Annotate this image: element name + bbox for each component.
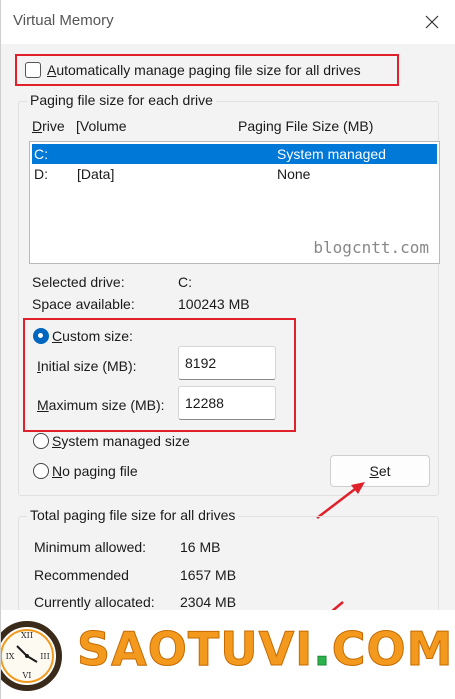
minimum-allowed-value: 16 MB xyxy=(180,539,221,555)
space-available-label: Space available: xyxy=(32,296,135,312)
minimum-allowed-label: Minimum allowed: xyxy=(34,539,147,555)
system-managed-radio[interactable] xyxy=(33,433,49,449)
auto-manage-checkbox[interactable] xyxy=(25,62,41,78)
initial-size-input[interactable]: 8192 xyxy=(178,346,276,380)
auto-manage-label: Automatically manage paging file size fo… xyxy=(47,62,361,78)
custom-size-radio[interactable] xyxy=(33,328,49,344)
no-paging-label: No paging file xyxy=(52,463,138,479)
drive-paging-size: None xyxy=(277,166,311,182)
drive-volume: [Data] xyxy=(77,166,115,182)
maximum-size-input[interactable]: 12288 xyxy=(178,386,276,420)
drive-row-d[interactable]: D: [Data] None xyxy=(32,164,437,184)
selected-drive-value: C: xyxy=(178,274,192,290)
auto-manage-row[interactable]: Automatically manage paging file size fo… xyxy=(15,54,399,86)
watermark-text: blogcntt.com xyxy=(313,238,429,257)
custom-size-label: Custom size: xyxy=(52,328,133,344)
total-group-legend: Total paging file size for all drives xyxy=(27,507,239,523)
maximum-size-label: Maximum size (MB): xyxy=(37,397,165,413)
drive-paging-size: System managed xyxy=(277,146,386,162)
set-button-label: Set xyxy=(369,463,391,479)
svg-text:XII: XII xyxy=(21,631,33,640)
col-paging-size: Paging File Size (MB) xyxy=(238,118,374,134)
svg-text:III: III xyxy=(40,652,49,661)
clock-logo-icon: XII III VI IX xyxy=(1,621,62,691)
selected-drive-label: Selected drive: xyxy=(32,274,125,290)
system-managed-label: System managed size xyxy=(52,433,190,449)
space-available-value: 100243 MB xyxy=(178,296,250,312)
window-title: Virtual Memory xyxy=(13,12,114,29)
recommended-label: Recommended xyxy=(34,567,129,583)
close-icon xyxy=(425,15,439,29)
virtual-memory-dialog: Virtual Memory Automatically manage pagi… xyxy=(0,0,455,699)
drive-letter: D: xyxy=(34,166,48,182)
initial-size-label: Initial size (MB): xyxy=(37,358,137,374)
paging-group-legend: Paging file size for each drive xyxy=(27,92,216,108)
title-bar: Virtual Memory xyxy=(1,0,455,44)
drive-list[interactable]: C: System managed D: [Data] None blogcnt… xyxy=(29,141,440,264)
svg-text:VI: VI xyxy=(22,671,32,680)
svg-text:IX: IX xyxy=(6,652,15,661)
col-volume: [Volume xyxy=(76,118,127,134)
col-drive: Drive xyxy=(32,118,65,134)
currently-allocated-value: 2304 MB xyxy=(180,594,237,610)
close-button[interactable] xyxy=(420,10,444,34)
no-paging-radio[interactable] xyxy=(33,463,49,479)
drive-row-c[interactable]: C: System managed xyxy=(32,144,437,164)
currently-allocated-label: Currently allocated: xyxy=(34,594,155,610)
drive-letter: C: xyxy=(34,146,48,162)
brand-logo-text: SAOTUVI.COM xyxy=(76,622,454,677)
recommended-value: 1657 MB xyxy=(180,567,237,583)
